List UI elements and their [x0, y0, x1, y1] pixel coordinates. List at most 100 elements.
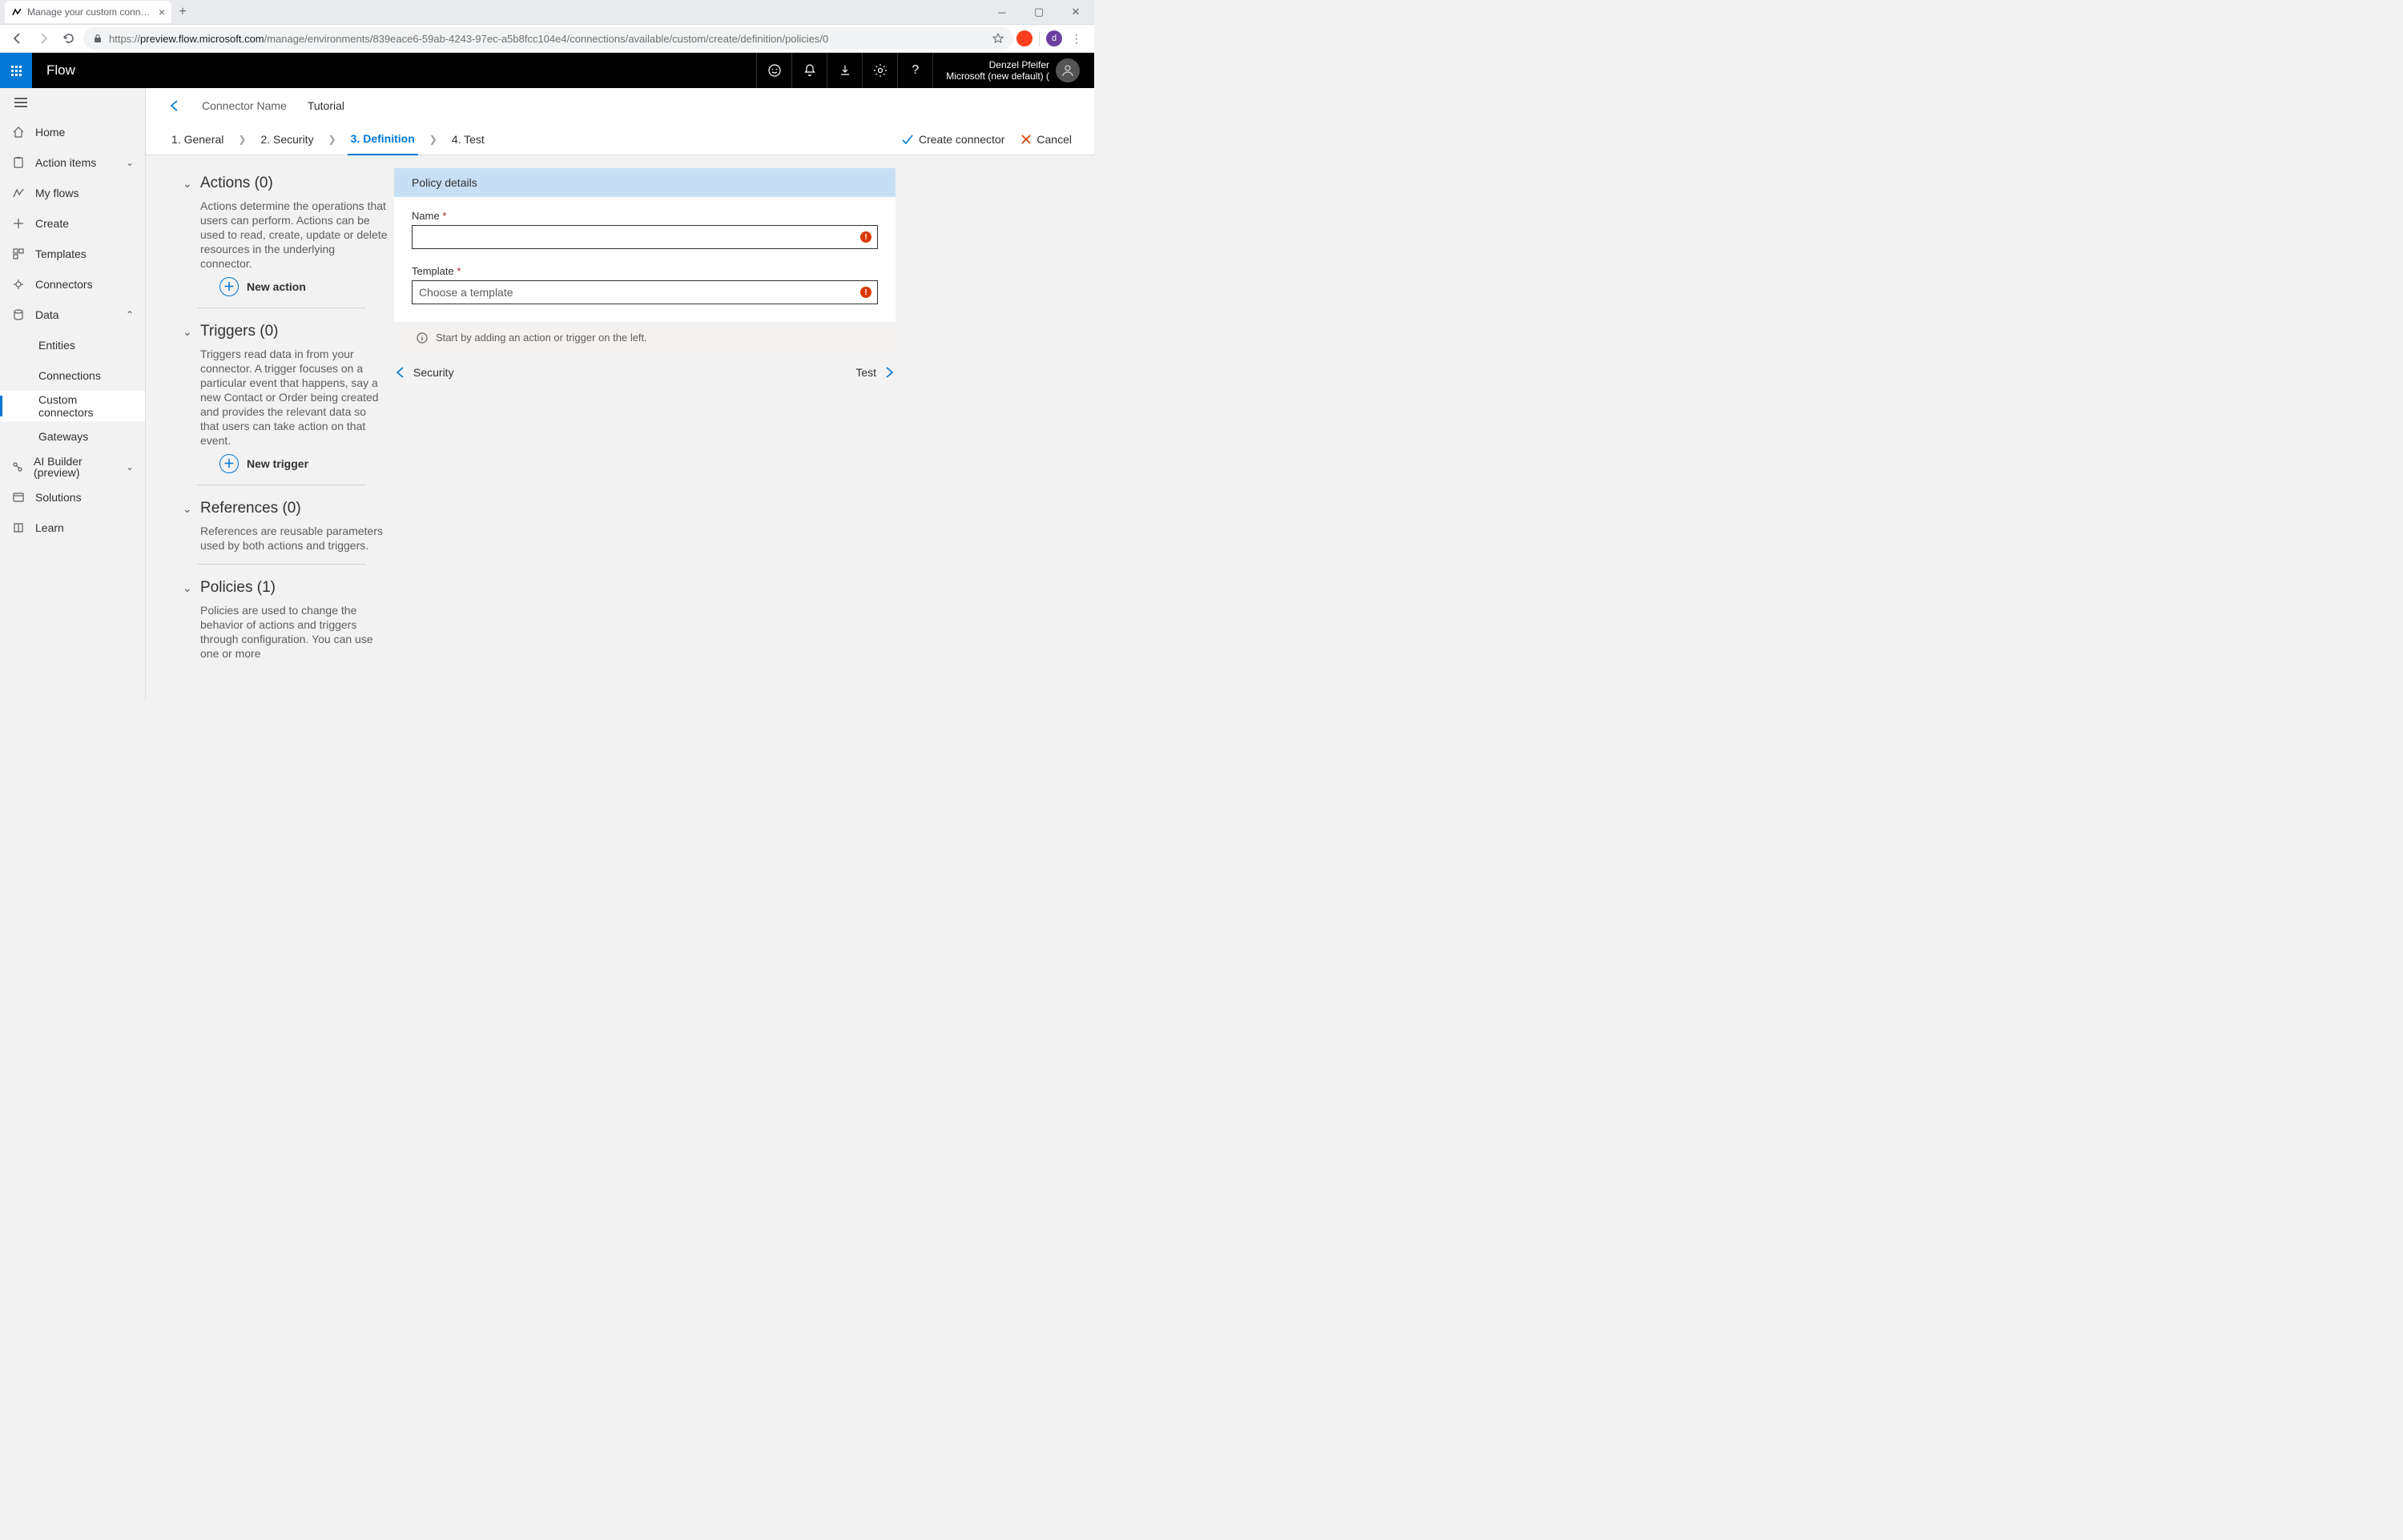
- next-step-link[interactable]: Test: [855, 366, 896, 379]
- user-name: Denzel Pfeifer: [946, 59, 1049, 70]
- references-description: References are reusable parameters used …: [200, 524, 388, 553]
- arrow-right-icon: [883, 366, 896, 379]
- back-arrow-button[interactable]: [168, 99, 181, 112]
- step-security[interactable]: 2. Security: [257, 123, 316, 155]
- sidebar-item-my-flows[interactable]: My flows: [0, 178, 145, 208]
- references-section-header[interactable]: ⌄References (0): [200, 500, 388, 517]
- app-launcher-button[interactable]: [0, 53, 32, 88]
- name-input[interactable]: [412, 225, 878, 249]
- clipboard-icon: [11, 156, 26, 169]
- connector-name-value: Tutorial: [308, 99, 344, 112]
- url-text: https://preview.flow.microsoft.com/manag…: [109, 33, 986, 45]
- star-icon[interactable]: [992, 33, 1004, 44]
- sidebar-label: Connections: [38, 369, 101, 382]
- new-tab-button[interactable]: +: [171, 5, 194, 19]
- hamburger-button[interactable]: [0, 88, 145, 117]
- download-button[interactable]: [827, 53, 862, 88]
- sidebar-label: AI Builder (preview): [34, 456, 116, 478]
- chevron-down-icon: ⌄: [183, 177, 195, 191]
- actions-description: Actions determine the operations that us…: [200, 199, 388, 271]
- home-icon: [11, 126, 26, 139]
- forward-button[interactable]: [32, 27, 54, 50]
- sidebar-item-connections[interactable]: Connections: [0, 360, 145, 391]
- user-menu[interactable]: Denzel Pfeifer Microsoft (new default) (: [932, 53, 1088, 88]
- prev-step-link[interactable]: Security: [394, 366, 454, 379]
- error-icon: !: [860, 231, 871, 243]
- tab-close-icon[interactable]: ×: [159, 6, 165, 18]
- sidebar-label: Entities: [38, 339, 75, 352]
- step-definition[interactable]: 3. Definition: [348, 123, 418, 155]
- chevron-down-icon: ⌄: [183, 325, 195, 339]
- tab-bar: Manage your custom connectors × + ─ ▢ ✕: [0, 0, 1094, 24]
- settings-button[interactable]: [862, 53, 897, 88]
- chevron-down-icon: ⌄: [183, 581, 195, 595]
- sidebar-item-ai-builder[interactable]: AI Builder (preview) ⌄: [0, 452, 145, 482]
- create-connector-button[interactable]: Create connector: [901, 133, 1004, 146]
- minimize-button[interactable]: ─: [984, 1, 1020, 23]
- sidebar-item-templates[interactable]: Templates: [0, 239, 145, 269]
- sidebar-item-entities[interactable]: Entities: [0, 330, 145, 360]
- sidebar-item-action-items[interactable]: Action items ⌄: [0, 147, 145, 178]
- sidebar-item-learn[interactable]: Learn: [0, 513, 145, 543]
- connector-header: Connector Name Tutorial: [146, 88, 1094, 123]
- template-icon: [11, 247, 26, 260]
- waffle-icon: [11, 66, 22, 76]
- hint-text: Start by adding an action or trigger on …: [436, 332, 647, 344]
- sidebar: Home Action items ⌄ My flows Create Temp…: [0, 88, 146, 702]
- sidebar-label: Home: [35, 126, 65, 139]
- step-general[interactable]: 1. General: [168, 123, 227, 155]
- chevron-right-icon: ❯: [238, 134, 246, 145]
- policy-panel: Policy details Name * ! Template * Choos…: [394, 168, 896, 702]
- browser-tab[interactable]: Manage your custom connectors ×: [5, 1, 171, 23]
- url-field[interactable]: https://preview.flow.microsoft.com/manag…: [83, 27, 1013, 50]
- sidebar-label: Templates: [35, 247, 87, 260]
- actions-section-header[interactable]: ⌄Actions (0): [200, 175, 388, 192]
- policies-section-header[interactable]: ⌄Policies (1): [200, 579, 388, 597]
- cancel-button[interactable]: Cancel: [1020, 133, 1072, 146]
- sidebar-item-home[interactable]: Home: [0, 117, 145, 147]
- template-field-label: Template *: [412, 265, 878, 277]
- step-test[interactable]: 4. Test: [449, 123, 488, 155]
- address-bar: https://preview.flow.microsoft.com/manag…: [0, 24, 1094, 53]
- chevron-down-icon: ⌄: [126, 461, 134, 472]
- info-icon: [417, 332, 428, 344]
- connector-icon: [11, 278, 26, 291]
- help-button[interactable]: ?: [897, 53, 932, 88]
- chevron-down-icon: ⌄: [183, 502, 195, 516]
- feedback-button[interactable]: [756, 53, 791, 88]
- back-button[interactable]: [6, 27, 29, 50]
- data-icon: [11, 308, 26, 321]
- template-select[interactable]: Choose a template: [412, 280, 878, 304]
- profile-avatar[interactable]: d: [1046, 30, 1062, 46]
- sidebar-label: Connectors: [35, 278, 93, 291]
- extension-badge[interactable]: [1016, 30, 1032, 46]
- sidebar-item-create[interactable]: Create: [0, 208, 145, 239]
- sidebar-item-gateways[interactable]: Gateways: [0, 421, 145, 452]
- new-action-button[interactable]: ＋New action: [219, 277, 388, 296]
- close-window-button[interactable]: ✕: [1057, 1, 1094, 23]
- browser-menu-button[interactable]: ⋮: [1065, 27, 1088, 50]
- app-name[interactable]: Flow: [46, 62, 75, 78]
- policies-description: Policies are used to change the behavior…: [200, 603, 388, 661]
- reload-button[interactable]: [58, 27, 80, 50]
- sidebar-label: Gateways: [38, 430, 88, 443]
- prev-step-label: Security: [413, 366, 454, 379]
- new-trigger-button[interactable]: ＋New trigger: [219, 454, 388, 473]
- plus-icon: [11, 217, 26, 230]
- hint-bar: Start by adding an action or trigger on …: [394, 322, 896, 353]
- flow-icon: [11, 187, 26, 199]
- triggers-section-header[interactable]: ⌄Triggers (0): [200, 323, 388, 340]
- notifications-button[interactable]: [791, 53, 827, 88]
- maximize-button[interactable]: ▢: [1020, 1, 1057, 23]
- check-icon: [901, 133, 914, 146]
- plus-circle-icon: ＋: [219, 277, 239, 296]
- sidebar-item-data[interactable]: Data ⌃: [0, 300, 145, 330]
- sidebar-item-solutions[interactable]: Solutions: [0, 482, 145, 513]
- x-icon: [1020, 134, 1032, 145]
- browser-chrome: Manage your custom connectors × + ─ ▢ ✕ …: [0, 0, 1094, 53]
- sidebar-item-custom-connectors[interactable]: Custom connectors: [0, 391, 145, 421]
- cancel-label: Cancel: [1036, 133, 1072, 146]
- content: Connector Name Tutorial 1. General ❯ 2. …: [146, 88, 1094, 702]
- sidebar-item-connectors[interactable]: Connectors: [0, 269, 145, 300]
- plus-circle-icon: ＋: [219, 454, 239, 473]
